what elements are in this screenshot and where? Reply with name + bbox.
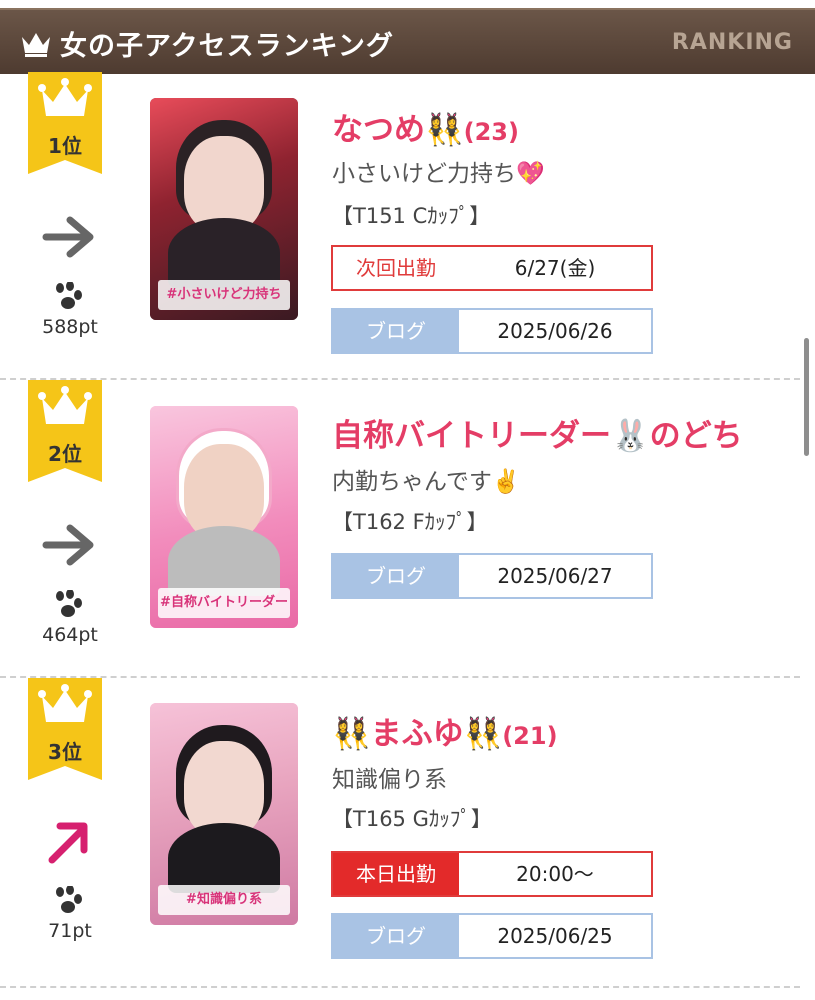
paw-icon [56,590,82,617]
blog-date: 2025/06/25 [497,924,613,948]
access-points: 464pt [42,624,98,646]
access-points: 71pt [48,920,92,942]
profile-photo[interactable]: #知識偏り系 [150,703,298,925]
body-size: 【T162 Fｶｯﾌﾟ】 [332,510,488,534]
photo-tag: #小さいけど力持ち [158,280,290,310]
blog-date: 2025/06/27 [497,564,613,588]
rank-badge: 2位 [28,380,102,482]
paw-icon [56,886,82,913]
catch-copy: 知識偏り系 [332,767,447,793]
blog-label: ブログ [333,310,459,352]
header-title: 女の子アクセスランキング [60,31,394,62]
catch-copy: 小さいけど力持ち💖 [332,161,545,187]
girl-name-text[interactable]: 自称バイトリーダー🐰のどち [332,418,743,454]
divider [0,986,800,988]
photo-tag: #知識偏り系 [158,885,290,915]
catch-copy: 内勤ちゃんです✌️ [332,469,521,495]
rank-badge: 1位 [28,72,102,174]
today-shift: 本日出勤 20:00〜 [331,851,653,897]
body-size: 【T165 Gｶｯﾌﾟ】 [332,807,492,831]
girl-age: (21) [502,722,558,750]
paw-icon [56,282,82,309]
scrollbar[interactable] [804,338,809,456]
blog-link[interactable]: ブログ 2025/06/27 [331,553,653,599]
photo-tag: #自称バイトリーダー [158,588,290,618]
blog-link[interactable]: ブログ 2025/06/26 [331,308,653,354]
arrow-up-right-icon [48,822,88,864]
ranking-header: 女の子アクセスランキング RANKING [0,8,815,74]
next-shift-label: 次回出勤 [356,256,436,280]
rank-label: 2位 [48,442,82,466]
blog-label: ブログ [333,915,459,957]
rank-label: 1位 [48,134,82,158]
girl-name-text[interactable]: 👯‍♀️まふゆ👯‍♀️ [332,716,502,752]
girl-name[interactable]: 👯‍♀️まふゆ👯‍♀️(21) [332,708,558,753]
divider [0,378,800,380]
rank-label: 3位 [48,740,82,764]
divider [0,676,800,678]
girl-age: (23) [463,118,519,146]
next-shift-value: 6/27(金) [514,256,596,280]
today-shift-label: 本日出勤 [333,853,459,895]
body-size: 【T151 Cｶｯﾌﾟ】 [332,204,491,228]
girl-name[interactable]: なつめ👯‍♀️(23) [332,104,519,149]
girl-name[interactable]: 自称バイトリーダー🐰のどち [332,410,743,455]
blog-link[interactable]: ブログ 2025/06/25 [331,913,653,959]
next-shift: 次回出勤 6/27(金) [331,245,653,291]
access-points: 588pt [42,316,98,338]
arrow-right-icon [42,524,94,566]
profile-photo[interactable]: #小さいけど力持ち [150,98,298,320]
crown-icon [22,33,50,57]
girl-name-text[interactable]: なつめ👯‍♀️ [332,112,464,148]
today-shift-value: 20:00〜 [516,862,594,886]
blog-date: 2025/06/26 [497,319,613,343]
header-subtitle: RANKING [671,30,793,55]
profile-photo[interactable]: #自称バイトリーダー [150,406,298,628]
rank-badge: 3位 [28,678,102,780]
blog-label: ブログ [333,555,459,597]
arrow-right-icon [42,216,94,258]
